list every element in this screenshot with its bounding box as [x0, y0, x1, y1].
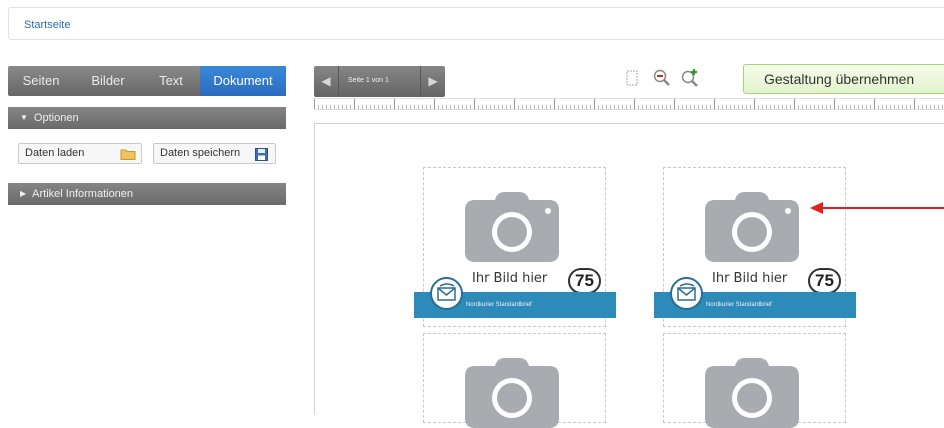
- floppy-disk-icon: [255, 148, 268, 161]
- page-indicator: Seite 1 von 1: [348, 77, 389, 84]
- stamp-value: 75: [568, 268, 601, 294]
- article-info-section-label: Artikel Informationen: [32, 188, 134, 200]
- page-frame-icon[interactable]: [622, 68, 642, 88]
- save-data-button[interactable]: Daten speichern: [153, 143, 276, 164]
- pager-divider: [338, 66, 339, 97]
- chevron-down-icon: ▼: [20, 113, 28, 122]
- stamp-placeholder-text: Ihr Bild hier: [472, 271, 548, 286]
- panel-tabs: Seiten Bilder Text Dokument: [8, 66, 286, 96]
- tab-text[interactable]: Text: [142, 66, 200, 96]
- envelope-logo-icon: [430, 277, 463, 310]
- envelope-logo-icon: [670, 277, 703, 310]
- chevron-right-icon: ▶: [20, 189, 27, 198]
- camera-icon: [465, 358, 559, 428]
- stamp-preview[interactable]: [663, 333, 846, 428]
- breadcrumb-home-link[interactable]: Startseite: [24, 19, 70, 31]
- tab-seiten[interactable]: Seiten: [8, 66, 74, 96]
- design-canvas[interactable]: [314, 123, 944, 415]
- camera-icon: [705, 358, 799, 428]
- page-navigator: ◀ Seite 1 von 1 ▶: [314, 66, 445, 97]
- stamp-value: 75: [808, 268, 841, 294]
- stamp-band-text: Nordkurier Standardbrief: [466, 302, 532, 308]
- folder-icon: [120, 149, 136, 160]
- annotation-arrow-shaft: [822, 207, 944, 209]
- breadcrumb: Startseite: [8, 7, 944, 40]
- options-section-label: Optionen: [33, 112, 79, 124]
- previous-page-button[interactable]: ◀: [314, 66, 338, 97]
- tab-dokument[interactable]: Dokument: [200, 66, 286, 96]
- stamp-preview[interactable]: [423, 333, 606, 428]
- stamp-placeholder-text: Ihr Bild hier: [712, 271, 788, 286]
- apply-design-button[interactable]: Gestaltung übernehmen: [743, 64, 944, 94]
- load-data-button[interactable]: Daten laden: [18, 143, 142, 164]
- article-info-section-header[interactable]: ▶ Artikel Informationen: [8, 183, 286, 205]
- camera-icon: [465, 192, 559, 262]
- camera-icon: [705, 192, 799, 262]
- horizontal-ruler: [314, 98, 944, 110]
- options-section-header[interactable]: ▼ Optionen: [8, 107, 286, 129]
- zoom-out-icon[interactable]: [652, 68, 672, 88]
- stamp-band-text: Nordkurier Standardbrief: [706, 302, 772, 308]
- annotation-arrow-icon: [810, 202, 823, 214]
- save-data-label: Daten speichern: [160, 147, 241, 159]
- tab-bilder[interactable]: Bilder: [74, 66, 142, 96]
- next-page-button[interactable]: ▶: [421, 66, 445, 97]
- zoom-in-icon[interactable]: [680, 68, 700, 88]
- load-data-label: Daten laden: [25, 147, 85, 159]
